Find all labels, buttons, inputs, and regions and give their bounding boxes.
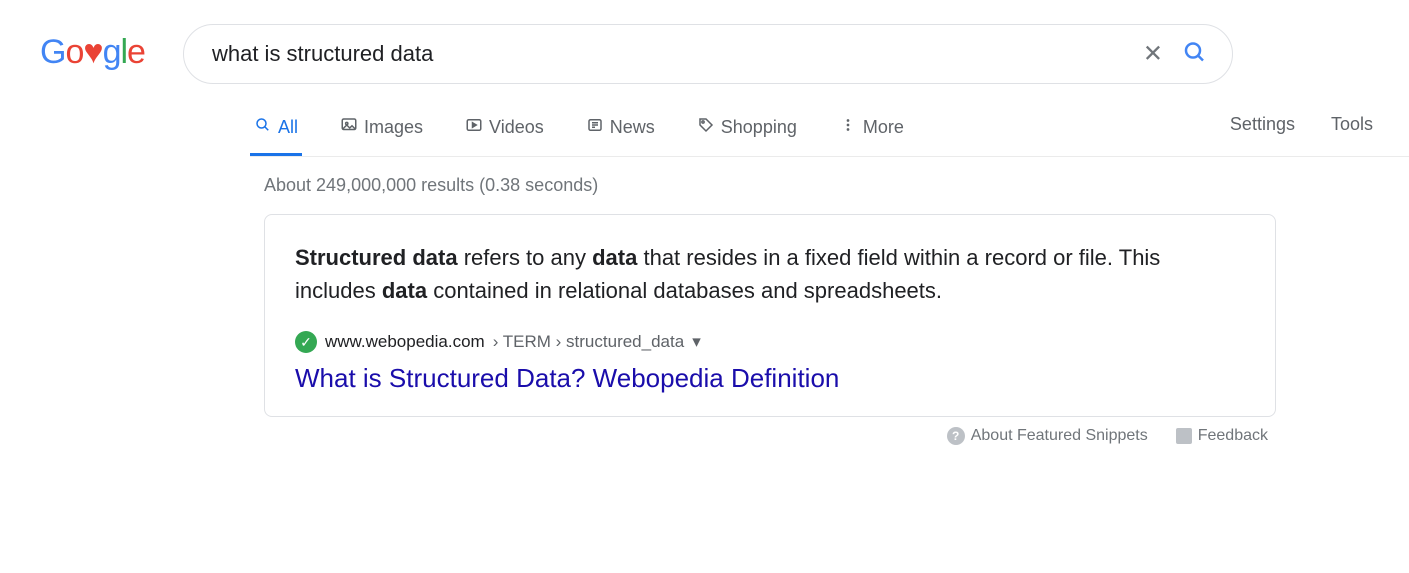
feedback-link[interactable]: Feedback <box>1176 427 1268 445</box>
result-url-host: www.webopedia.com <box>325 332 485 352</box>
video-icon <box>465 116 483 139</box>
tab-label: Images <box>364 117 423 138</box>
tools-link[interactable]: Tools <box>1331 114 1373 149</box>
search-bar: ✕ <box>183 24 1233 84</box>
image-icon <box>340 116 358 139</box>
tab-more[interactable]: More <box>835 106 908 156</box>
featured-snippet: Structured data refers to any data that … <box>264 214 1276 417</box>
tabs-row: All Images Videos News Shopping More Set… <box>250 106 1409 157</box>
help-icon: ? <box>947 427 965 445</box>
feedback-icon <box>1176 428 1192 444</box>
snippet-bold: Structured data <box>295 245 458 270</box>
tab-label: More <box>863 117 904 138</box>
settings-link[interactable]: Settings <box>1230 114 1295 149</box>
tab-images[interactable]: Images <box>336 106 427 156</box>
tab-shopping[interactable]: Shopping <box>693 106 801 156</box>
snippet-span: refers to any <box>458 245 593 270</box>
search-icon <box>254 116 272 139</box>
snippet-footer: ? About Featured Snippets Feedback <box>264 417 1276 445</box>
snippet-span: contained in relational databases and sp… <box>427 278 942 303</box>
result-url-crumb: › TERM › structured_data <box>493 332 684 352</box>
tab-videos[interactable]: Videos <box>461 106 548 156</box>
tag-icon <box>697 116 715 139</box>
verified-icon: ✓ <box>295 331 317 353</box>
footer-label: Feedback <box>1198 427 1268 445</box>
news-icon <box>586 116 604 139</box>
tab-news[interactable]: News <box>582 106 659 156</box>
tab-label: All <box>278 117 298 138</box>
chevron-down-icon[interactable]: ▾ <box>692 332 701 352</box>
result-url-row: ✓ www.webopedia.com › TERM › structured_… <box>295 331 1245 353</box>
result-title-link[interactable]: What is Structured Data? Webopedia Defin… <box>295 363 1245 394</box>
tab-all[interactable]: All <box>250 106 302 156</box>
result-stats: About 249,000,000 results (0.38 seconds) <box>264 175 1409 196</box>
about-featured-snippets-link[interactable]: ? About Featured Snippets <box>947 427 1148 445</box>
snippet-text: Structured data refers to any data that … <box>295 241 1245 307</box>
search-input[interactable] <box>183 24 1233 84</box>
clear-icon[interactable]: ✕ <box>1137 34 1169 75</box>
snippet-bold: data <box>592 245 637 270</box>
search-icon[interactable] <box>1177 35 1213 74</box>
footer-label: About Featured Snippets <box>971 427 1148 445</box>
tab-label: Shopping <box>721 117 797 138</box>
snippet-bold: data <box>382 278 427 303</box>
logo[interactable]: Go♥gle <box>40 33 145 72</box>
tab-label: Videos <box>489 117 544 138</box>
more-icon <box>839 116 857 139</box>
tab-label: News <box>610 117 655 138</box>
